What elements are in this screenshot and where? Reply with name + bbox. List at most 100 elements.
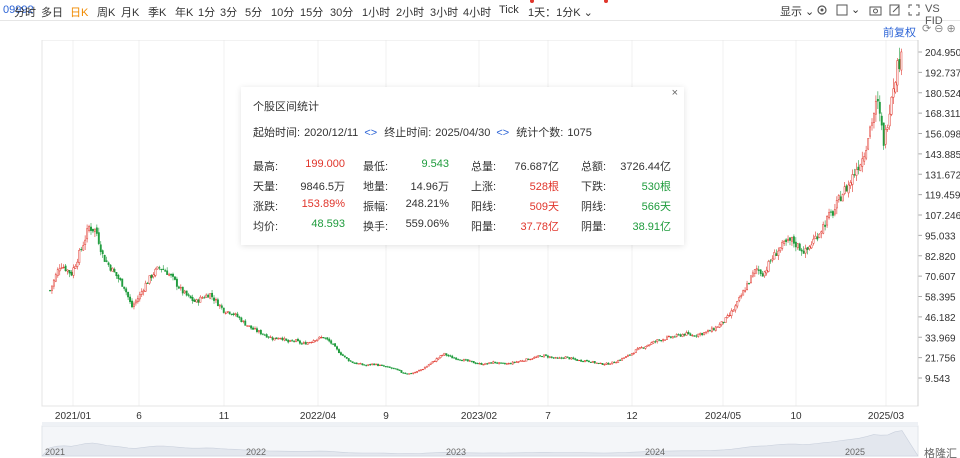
candle-body	[597, 362, 600, 364]
stat-value: 3726.44亿	[620, 161, 671, 173]
candle-body	[326, 337, 329, 340]
tab-timeframe[interactable]: 15分	[300, 4, 323, 20]
candle-body	[195, 299, 198, 303]
tab-timeframe[interactable]: 日K	[70, 4, 88, 20]
tab-timeframe[interactable]: Tick	[499, 4, 519, 16]
tab-timeframe[interactable]: 多日	[41, 4, 63, 20]
candle-body	[97, 232, 100, 244]
candle-body	[751, 272, 754, 277]
candle-body	[433, 360, 436, 363]
candle-body	[638, 347, 641, 350]
candle-body	[677, 334, 680, 336]
candle-body	[675, 334, 678, 337]
checkbox-icon[interactable]	[836, 4, 848, 16]
tab-timeframe[interactable]: 分时	[14, 4, 36, 20]
tab-timeframe[interactable]: 2小时	[396, 4, 424, 20]
candle-body	[535, 356, 538, 358]
y-tick-label: 58.395	[925, 293, 956, 304]
y-tick-label: 46.182	[925, 313, 956, 324]
candle-body	[92, 228, 94, 232]
candle-body	[369, 364, 372, 366]
candle-body	[343, 355, 346, 358]
candle-body	[322, 337, 325, 339]
candle-body	[363, 364, 366, 366]
candle-body	[263, 334, 266, 336]
candle-body	[513, 361, 516, 363]
tab-timeframe[interactable]: 5分	[245, 4, 262, 20]
checkbox-chevron-icon[interactable]: ⌄	[851, 3, 860, 16]
candle-body	[691, 335, 694, 337]
candle-body	[222, 307, 225, 313]
candle-body	[72, 267, 75, 276]
display-menu[interactable]: 显示 ⌄	[780, 3, 814, 19]
candle-body	[792, 236, 795, 244]
candle-body	[168, 273, 171, 276]
candle-body	[533, 357, 536, 359]
candle-body	[496, 362, 499, 364]
candle-body	[642, 347, 645, 349]
tab-timeframe[interactable]: 30分	[330, 4, 353, 20]
candle-body	[687, 331, 690, 335]
candle-body	[261, 333, 264, 335]
tab-timeframe[interactable]: 1分	[198, 4, 215, 20]
tab-timeframe[interactable]: 季K	[148, 4, 166, 20]
candle-body	[835, 199, 838, 209]
fullscreen-icon[interactable]	[908, 4, 920, 16]
candle-body	[183, 290, 186, 294]
candle-body	[191, 296, 194, 301]
candle-body	[837, 195, 840, 200]
edit-icon[interactable]	[889, 4, 901, 16]
candle-body	[283, 338, 286, 341]
y-tick-label: 168.311	[925, 109, 960, 120]
candle-body	[472, 361, 475, 364]
candle-body	[56, 269, 59, 276]
candle-body	[416, 370, 419, 373]
tab-timeframe[interactable]: 1天：1分K ⌄	[528, 4, 593, 20]
stat-value: 9846.5万	[300, 181, 345, 193]
candle-body	[787, 238, 789, 241]
candle-body	[560, 357, 563, 359]
tab-timeframe[interactable]: 年K	[175, 4, 193, 20]
start-date[interactable]: 2020/12/11	[304, 127, 358, 139]
candle-body	[699, 333, 702, 335]
candle-body	[611, 361, 614, 364]
y-tick-label: 180.524	[925, 89, 960, 100]
end-date[interactable]: 2025/04/30	[435, 127, 490, 139]
tab-timeframe[interactable]: 4小时	[463, 4, 491, 20]
candle-body	[662, 339, 665, 342]
candle-body	[470, 360, 473, 362]
interval-stats-panel: 个股区间统计 × 起始时间: 2020/12/11 <> 终止时间: 2025/04/…	[241, 87, 684, 245]
candle-body	[609, 363, 612, 365]
end-stepper-icon[interactable]: <>	[496, 127, 509, 139]
candle-body	[500, 362, 502, 364]
tab-timeframe[interactable]: 3小时	[430, 4, 458, 20]
restore-mode[interactable]: 前复权	[883, 24, 916, 40]
tab-timeframe[interactable]: 周K	[97, 4, 115, 20]
tab-timeframe[interactable]: 10分	[271, 4, 294, 20]
candle-body	[291, 340, 294, 342]
candle-body	[644, 346, 647, 349]
chart-controls[interactable]: ⟳ ⊖ ⊕	[922, 22, 956, 35]
candle-body	[853, 174, 856, 176]
candle-body	[738, 297, 741, 301]
candle-body	[480, 362, 483, 365]
tab-timeframe[interactable]: 1小时	[362, 4, 390, 20]
x-tick-label: 11	[219, 411, 230, 422]
candle-body	[248, 325, 251, 327]
candle-body	[334, 343, 337, 347]
tab-timeframe[interactable]: 3分	[220, 4, 237, 20]
camera-icon[interactable]	[869, 4, 882, 16]
candle-body	[148, 275, 151, 284]
candle-body	[585, 359, 588, 362]
stats-range: 起始时间: 2020/12/11 <> 终止时间: 2025/04/30 <> 统计个数…	[253, 127, 592, 139]
candle-body	[355, 362, 358, 365]
candle-body	[812, 238, 815, 244]
candle-body	[806, 247, 809, 250]
close-button[interactable]: ×	[672, 87, 678, 99]
settings-icon[interactable]	[816, 4, 828, 16]
start-stepper-icon[interactable]: <>	[364, 127, 377, 139]
candle-body	[295, 339, 297, 342]
tab-timeframe[interactable]: 月K	[121, 4, 139, 20]
stat-value: 14.96万	[410, 181, 449, 193]
candle-body	[552, 357, 555, 359]
